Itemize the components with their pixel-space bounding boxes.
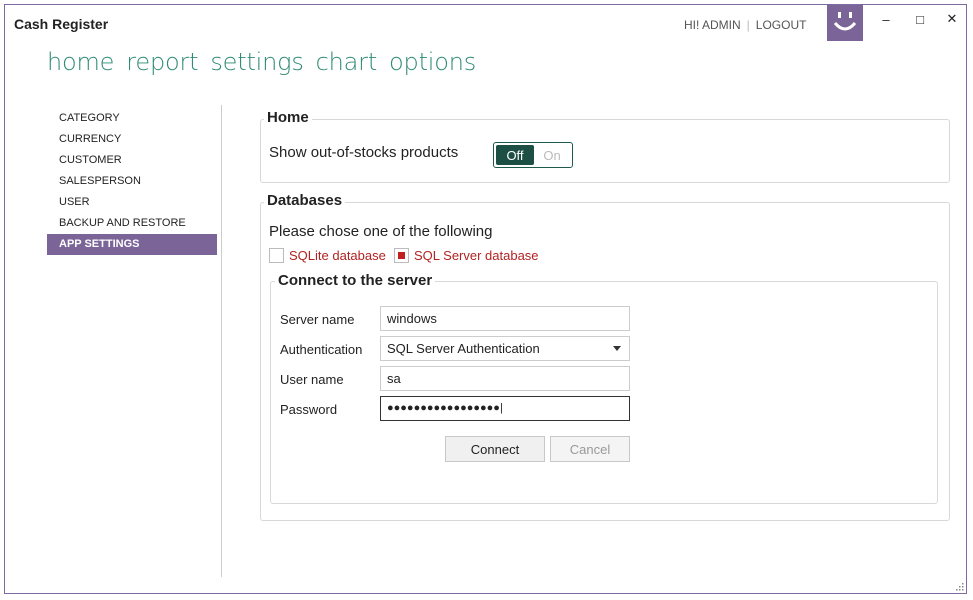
databases-group-title: Databases — [264, 192, 346, 209]
nav-home[interactable]: home — [47, 48, 114, 76]
app-window: Cash Register HI! ADMIN | LOGOUT – □ ✕ h… — [4, 4, 967, 594]
minimize-button[interactable]: – — [875, 9, 897, 29]
password-label: Password — [280, 402, 338, 417]
close-button[interactable]: ✕ — [941, 9, 963, 29]
toggle-off-option[interactable]: Off — [496, 145, 534, 165]
app-title: Cash Register — [14, 16, 109, 32]
sidebar-item-backup-restore[interactable]: BACKUP AND RESTORE — [47, 213, 217, 234]
authentication-select[interactable]: SQL Server Authentication — [380, 336, 630, 361]
top-navigation: home report settings chart options — [47, 48, 476, 76]
sqlite-checkbox[interactable] — [269, 248, 284, 263]
user-greeting[interactable]: HI! ADMIN — [684, 18, 741, 32]
user-area: HI! ADMIN | LOGOUT — [684, 18, 806, 32]
sqlite-label: SQLite database — [289, 248, 386, 263]
nav-settings[interactable]: settings — [210, 48, 303, 76]
maximize-button[interactable]: □ — [909, 9, 931, 29]
user-name-input[interactable]: sa — [380, 366, 630, 391]
out-of-stock-label: Show out-of-stocks products — [269, 144, 459, 161]
out-of-stock-toggle[interactable]: Off On — [493, 142, 573, 168]
chevron-down-icon[interactable] — [613, 346, 621, 351]
server-name-input[interactable]: windows — [380, 306, 630, 331]
database-prompt: Please chose one of the following — [269, 223, 493, 240]
user-separator: | — [746, 18, 750, 32]
sidebar-item-currency[interactable]: CURRENCY — [47, 129, 217, 150]
sidebar-item-salesperson[interactable]: SALESPERSON — [47, 171, 217, 192]
home-group-title: Home — [264, 109, 312, 126]
sidebar-divider — [221, 105, 222, 577]
server-group-title: Connect to the server — [275, 272, 436, 289]
logout-link[interactable]: LOGOUT — [756, 18, 807, 32]
sidebar-item-app-settings[interactable]: APP SETTINGS — [47, 234, 217, 255]
authentication-label: Authentication — [280, 342, 363, 357]
connect-button[interactable]: Connect — [445, 436, 545, 462]
nav-options[interactable]: options — [389, 48, 476, 76]
sidebar-item-customer[interactable]: CUSTOMER — [47, 150, 217, 171]
authentication-value: SQL Server Authentication — [387, 341, 540, 356]
password-input[interactable]: ●●●●●●●●●●●●●●●●●| — [380, 396, 630, 421]
cancel-button[interactable]: Cancel — [550, 436, 630, 462]
sqlserver-option[interactable]: SQL Server database — [394, 248, 539, 263]
sqlserver-label: SQL Server database — [414, 248, 539, 263]
resize-grip-icon[interactable] — [954, 581, 964, 591]
sqlite-option[interactable]: SQLite database — [269, 248, 386, 263]
toggle-on-option[interactable]: On — [534, 145, 570, 165]
smiley-icon[interactable] — [827, 5, 863, 41]
user-name-label: User name — [280, 372, 344, 387]
nav-chart[interactable]: chart — [316, 48, 378, 76]
nav-report[interactable]: report — [126, 48, 198, 76]
sidebar-item-user[interactable]: USER — [47, 192, 217, 213]
sidebar-item-category[interactable]: CATEGORY — [47, 108, 217, 129]
server-name-label: Server name — [280, 312, 355, 327]
sqlserver-checkbox[interactable] — [394, 248, 409, 263]
settings-sidebar: CATEGORY CURRENCY CUSTOMER SALESPERSON U… — [47, 108, 217, 255]
